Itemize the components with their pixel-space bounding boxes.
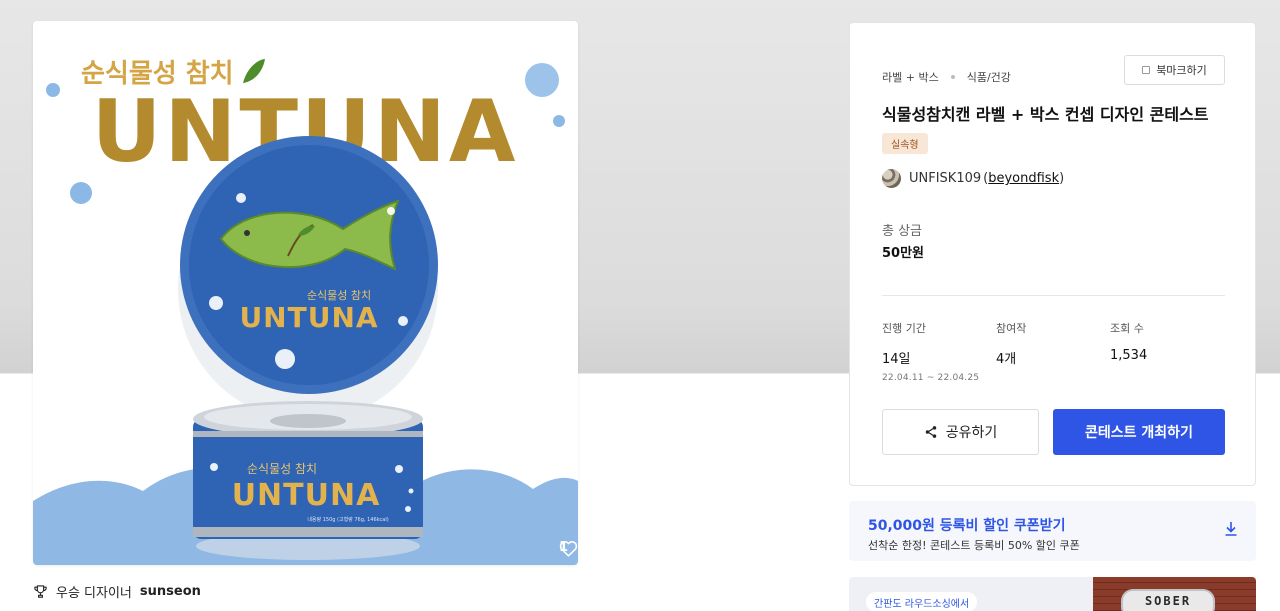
can-sub-text: 순식물성 참치 bbox=[247, 462, 317, 476]
banner-sign-text: SOBER bbox=[1121, 589, 1215, 611]
avatar[interactable] bbox=[882, 169, 901, 188]
participants-label: 참여작 bbox=[996, 322, 1027, 335]
period-label: 진행 기간 bbox=[882, 322, 926, 335]
period-dates: 22.04.11 ~ 22.04.25 bbox=[882, 373, 980, 383]
winner-name[interactable]: sunseon bbox=[140, 584, 201, 599]
category-primary[interactable]: 라벨 + 박스 bbox=[882, 69, 939, 85]
heart-icon bbox=[559, 541, 578, 557]
winner-designer: 우승 디자이너 sunseon bbox=[33, 582, 201, 601]
stat-participants: 참여작 4개 bbox=[996, 320, 1026, 367]
host-contest-button[interactable]: 콘테스트 개최하기 bbox=[1053, 409, 1225, 455]
banner-tag: 간판도 라우드소싱에서 bbox=[866, 592, 978, 611]
artwork-image[interactable]: 순식물성 참치 UNTUNA 순식물성 참치 UNTUNA 순식물성 참치 UN bbox=[33, 21, 578, 565]
bookmark-checkbox-icon bbox=[1142, 66, 1151, 74]
bookmark-label: 북마크하기 bbox=[1156, 64, 1207, 77]
can-brand: UNTUNA bbox=[232, 478, 381, 513]
breadcrumb-separator bbox=[950, 75, 955, 79]
contest-type-badge: 실속형 bbox=[882, 133, 928, 154]
divider bbox=[882, 295, 1225, 296]
period-value: 14일 bbox=[882, 352, 911, 367]
category-breadcrumb: 라벨 + 박스 식품/건강 bbox=[882, 69, 1011, 85]
contest-info-panel: 라벨 + 박스 식품/건강 북마크하기 식물성참치캔 라벨 + 박스 컨셉 디자… bbox=[849, 22, 1256, 486]
participants-value: 4개 bbox=[996, 352, 1017, 367]
tuna-can-illustration: 순식물성 참치 UNTUNA 순식물성 참치 UNTUNA 순식물성 참치 UN bbox=[33, 59, 578, 565]
share-label: 공유하기 bbox=[945, 425, 998, 441]
share-icon bbox=[925, 426, 936, 438]
views-value: 1,534 bbox=[1110, 348, 1148, 363]
download-icon[interactable] bbox=[1224, 521, 1238, 537]
contest-title: 식물성참치캔 라벨 + 박스 컨셉 디자인 콘테스트 bbox=[882, 105, 1209, 124]
views-label: 조회 수 bbox=[1110, 322, 1144, 335]
stat-period: 진행 기간 14일 22.04.11 ~ 22.04.25 bbox=[882, 320, 979, 383]
bookmark-button[interactable]: 북마크하기 bbox=[1124, 55, 1225, 85]
prize-label: 총 상금 bbox=[882, 224, 923, 239]
coupon-banner[interactable]: 50,000원 등록비 할인 쿠폰받기 선착순 한정! 콘테스트 등록비 50%… bbox=[849, 501, 1256, 561]
lid-brand: UNTUNA bbox=[239, 301, 378, 334]
coupon-title: 50,000원 등록비 할인 쿠폰받기 bbox=[868, 518, 1066, 534]
winner-prefix: 우승 디자이너 bbox=[56, 586, 132, 601]
prize-value: 50만원 bbox=[882, 246, 925, 261]
share-button[interactable]: 공유하기 bbox=[882, 409, 1039, 455]
banner-image: SOBER bbox=[1093, 577, 1256, 611]
like-button[interactable]: 1 bbox=[559, 540, 578, 557]
trophy-icon bbox=[34, 585, 47, 598]
category-secondary[interactable]: 식품/건강 bbox=[967, 69, 1011, 85]
stat-views: 조회 수 1,534 bbox=[1110, 320, 1147, 363]
contest-host: UNFISK109 (beyondfisk) bbox=[882, 169, 1064, 188]
host-name: UNFISK109 bbox=[909, 171, 982, 186]
coupon-subtitle: 선착순 한정! 콘테스트 등록비 50% 할인 쿠폰 bbox=[868, 539, 1080, 552]
host-id-link[interactable]: beyondfisk bbox=[988, 171, 1059, 186]
signage-ad-banner[interactable]: 간판도 라우드소싱에서 SOBER bbox=[849, 577, 1256, 611]
can-small-text: 내용량 150g (고형량 76g, 146kcal) bbox=[307, 516, 388, 523]
